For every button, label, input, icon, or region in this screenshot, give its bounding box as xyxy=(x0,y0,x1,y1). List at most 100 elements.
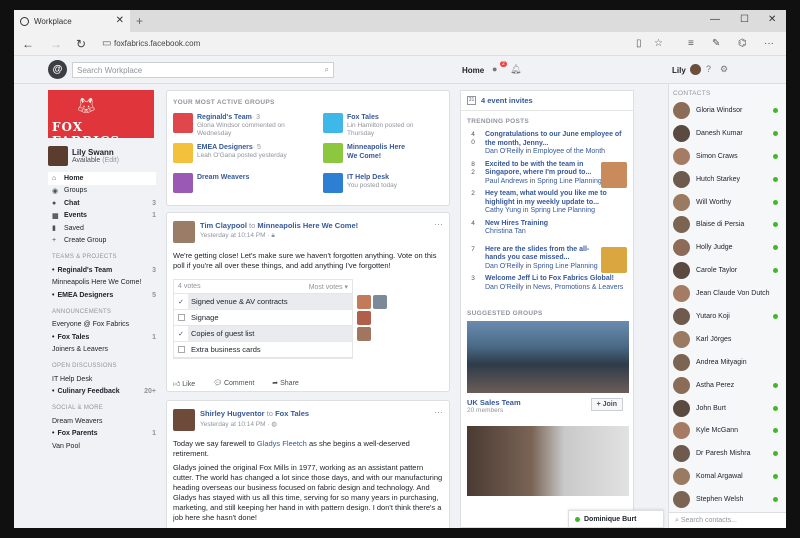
contact-item[interactable]: Hutch Starkey xyxy=(669,168,786,191)
browser-tab[interactable]: Workplace ✕ xyxy=(14,10,130,32)
sidebar-group-item[interactable]: • Fox Tales 1 xyxy=(48,331,156,344)
close-tab-icon[interactable]: ✕ xyxy=(116,15,124,26)
sidebar-group-item[interactable]: Minneapolis Here We Come! xyxy=(48,277,156,290)
contact-item[interactable]: Kyle McGann xyxy=(669,419,786,442)
group-name[interactable]: Fox Tales xyxy=(347,114,379,121)
minimize-icon[interactable]: — xyxy=(710,14,720,25)
trending-post[interactable]: 8 2 Excited to be with the team in Singapo… xyxy=(461,159,633,189)
sidebar-group-item[interactable]: Dream Weavers xyxy=(48,415,156,428)
contact-item[interactable]: Dr Paresh Mishra xyxy=(669,442,786,465)
trending-post-author[interactable]: Cathy Yung xyxy=(485,207,521,214)
group-icon[interactable] xyxy=(323,113,343,133)
voter-avatar[interactable] xyxy=(357,327,371,341)
group-icon[interactable] xyxy=(323,143,343,163)
group-icon[interactable] xyxy=(323,173,343,193)
search-input[interactable]: Search Workplace ⌕ xyxy=(72,62,334,78)
trending-post-author[interactable]: Dan O'Reilly xyxy=(485,263,524,270)
sidebar-group-item[interactable]: • Reginald's Team 3 xyxy=(48,264,156,277)
contact-item[interactable]: Jean Claude Von Dutch xyxy=(669,282,786,305)
share-icon[interactable]: ⌬ xyxy=(738,38,747,49)
contact-item[interactable]: Carole Taylor xyxy=(669,259,786,282)
trending-post-group[interactable]: Spring Line Planning xyxy=(537,178,602,185)
trending-post[interactable]: 7 Here are the slides from the all-hands … xyxy=(461,244,633,274)
close-window-icon[interactable]: ✕ xyxy=(768,14,776,25)
contact-item[interactable]: Simon Craws xyxy=(669,145,786,168)
contact-item[interactable]: Will Worthy xyxy=(669,191,786,214)
post-thumbnail[interactable] xyxy=(601,246,627,273)
user-avatar[interactable] xyxy=(690,64,701,75)
author-name[interactable]: Shirley Hugventor xyxy=(200,409,265,418)
author-name[interactable]: Tim Claypool xyxy=(200,221,247,230)
trending-post-author[interactable]: Paul Andrews xyxy=(485,178,528,185)
sidebar-group-item[interactable]: Van Pool xyxy=(48,440,156,453)
trending-post[interactable]: 3 Welcome Jeff Li to Fox Fabrics Global! D… xyxy=(461,273,633,299)
trending-post-title[interactable]: Congratulations to our June employee of … xyxy=(485,131,627,148)
checkmark-icon[interactable]: ✓ xyxy=(174,330,188,338)
contacts-search-input[interactable]: ⌕ Search contacts... xyxy=(669,512,786,528)
author-avatar[interactable] xyxy=(173,409,195,431)
group-link[interactable]: Fox Tales xyxy=(275,409,309,418)
trending-post-group[interactable]: Spring Line Planning xyxy=(533,263,598,270)
group-icon[interactable] xyxy=(173,143,193,163)
poll-option[interactable]: ✓ Copies of guest list xyxy=(174,325,352,342)
trending-post[interactable]: 2 Hey team, what would you like me to hig… xyxy=(461,188,633,218)
active-group[interactable]: EMEA Designers· 5 Leah O'Gana posted yest… xyxy=(173,143,308,163)
profile-name[interactable]: Lily Swann xyxy=(72,148,119,157)
trending-post-title[interactable]: Welcome Jeff Li to Fox Fabrics Global! xyxy=(485,275,627,284)
active-group[interactable]: Minneapolis Here We Come! xyxy=(323,143,458,163)
help-icon[interactable]: ? xyxy=(706,64,711,74)
voter-avatar[interactable] xyxy=(357,311,371,325)
more-icon[interactable]: ··· xyxy=(764,38,774,49)
suggested-group[interactable]: UK Sales Team 20 members + Join xyxy=(467,321,629,414)
contact-item[interactable]: Komal Argawal xyxy=(669,465,786,488)
workplace-logo-icon[interactable]: @ xyxy=(48,60,67,79)
post-options-icon[interactable]: ··· xyxy=(434,407,443,417)
group-icon[interactable] xyxy=(173,173,193,193)
trending-post-author[interactable]: Dan O'Reilly xyxy=(485,148,524,155)
trending-post-title[interactable]: Hey team, what would you like me to high… xyxy=(485,190,627,207)
sidebar-group-item[interactable]: • Culinary Feedback 20+ xyxy=(48,386,156,399)
mention-link[interactable]: Gladys Fleetch xyxy=(257,439,307,448)
active-group[interactable]: IT Help Desk You posted today xyxy=(323,173,458,193)
group-cover-photo[interactable] xyxy=(467,321,629,393)
group-link[interactable]: Minneapolis Here We Come! xyxy=(257,221,358,230)
contact-item[interactable]: Blaise di Persia xyxy=(669,213,786,236)
post-time[interactable]: Yesterday at 10:14 PM xyxy=(200,421,266,428)
group-name[interactable]: Reginald's Team xyxy=(197,114,252,121)
trending-post-title[interactable]: New Hires Training xyxy=(485,220,627,229)
contact-item[interactable]: Danesh Kumar xyxy=(669,122,786,145)
share-button[interactable]: ➦ Share xyxy=(272,379,299,388)
sidebar-item-saved[interactable]: ▮ Saved xyxy=(48,222,156,235)
company-cover[interactable]: 🦊︎ FOX FABRICS xyxy=(48,90,154,138)
active-group[interactable]: Fox Tales Lin Hamilton posted on Thursday xyxy=(323,113,458,138)
active-group[interactable]: Reginald's Team· 3 Gloria Windsor comment… xyxy=(173,113,308,138)
maximize-icon[interactable]: ☐ xyxy=(740,14,749,25)
post-options-icon[interactable]: ··· xyxy=(434,219,443,229)
contact-item[interactable]: Andrea Mityagin xyxy=(669,351,786,374)
contact-item[interactable]: Stephen Welsh xyxy=(669,488,786,511)
author-avatar[interactable] xyxy=(173,221,195,243)
poll-sort-dropdown[interactable]: Most votes ▾ xyxy=(309,283,348,291)
contact-item[interactable]: Holly Judge xyxy=(669,236,786,259)
new-tab-icon[interactable]: + xyxy=(136,14,143,28)
group-name[interactable]: Minneapolis Here xyxy=(347,144,405,151)
voter-avatar[interactable] xyxy=(357,295,371,309)
sidebar-item-events[interactable]: ▦ Events 1 xyxy=(48,210,156,223)
user-profile[interactable]: Lily Swann Available (Edit) xyxy=(48,146,156,166)
forward-icon[interactable]: → xyxy=(50,37,62,51)
sidebar-group-item[interactable]: • EMEA Designers 5 xyxy=(48,289,156,302)
reading-view-icon[interactable]: ▯ xyxy=(636,38,642,49)
hub-icon[interactable]: ≡ xyxy=(688,38,694,49)
web-note-icon[interactable]: ✎ xyxy=(712,38,720,49)
trending-post-group[interactable]: Employee of the Month xyxy=(533,148,605,155)
poll-checkbox[interactable] xyxy=(178,314,185,321)
sidebar-group-item[interactable]: Everyone @ Fox Fabrics xyxy=(48,319,156,332)
contact-item[interactable]: Yutaro Koji xyxy=(669,305,786,328)
edit-status-link[interactable]: (Edit) xyxy=(102,157,119,164)
trending-post-group[interactable]: Spring Line Planning xyxy=(530,207,595,214)
group-name[interactable]: Dream Weavers xyxy=(197,174,249,181)
sidebar-item-home[interactable]: ⌂ Home xyxy=(48,172,156,185)
profile-avatar[interactable] xyxy=(48,146,68,166)
voter-avatar[interactable] xyxy=(373,295,387,309)
chat-icon[interactable]: ● xyxy=(492,64,497,74)
